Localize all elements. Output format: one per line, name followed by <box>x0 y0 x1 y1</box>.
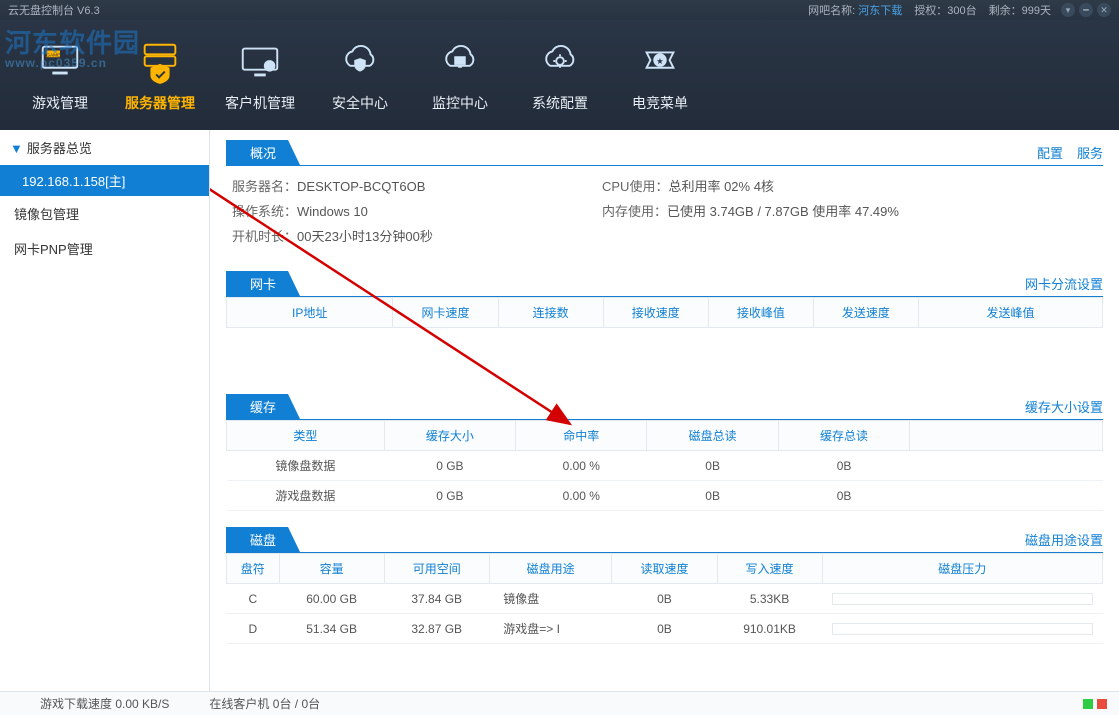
status-dl-speed: 0.00 KB/S <box>115 697 169 711</box>
nav-sysconfig[interactable]: 系统配置 <box>510 31 610 119</box>
tab-cache: 缓存 <box>226 394 300 419</box>
main-nav: 河东软件园www.pc0359.cn GAME 游戏管理 服务器管理 客户机管理… <box>0 20 1119 130</box>
triangle-down-icon: ▼ <box>10 141 23 156</box>
tab-overview: 概况 <box>226 140 300 165</box>
nav-esports[interactable]: ★ 电竞菜单 <box>610 31 710 119</box>
cloud-gear-icon <box>510 37 610 87</box>
sidebar-server-selected[interactable]: 192.168.1.158[主] <box>0 165 209 196</box>
pc-game-icon: GAME <box>10 37 110 87</box>
nav-client-mgmt[interactable]: 客户机管理 <box>210 31 310 119</box>
table-row: 镜像盘数据0 GB0.00 %0B0B <box>227 451 1103 481</box>
nav-security[interactable]: 安全中心 <box>310 31 410 119</box>
cloud-shield-icon <box>310 37 410 87</box>
link-net-settings[interactable]: 网卡分流设置 <box>1025 274 1103 293</box>
svg-text:★: ★ <box>656 56 664 66</box>
link-cache-settings[interactable]: 缓存大小设置 <box>1025 397 1103 416</box>
tab-disk: 磁盘 <box>226 527 300 552</box>
server-shield-icon <box>110 37 210 87</box>
window-controls: ▾ ━ ✕ <box>1061 3 1111 17</box>
minimize-icon[interactable]: ━ <box>1079 3 1093 17</box>
table-row: 游戏盘数据0 GB0.00 %0B0B <box>227 481 1103 511</box>
link-disk-settings[interactable]: 磁盘用途设置 <box>1025 530 1103 549</box>
disk-table: 盘符容量可用空间磁盘用途读取速度写入速度磁盘压力 C60.00 GB37.84 … <box>226 553 1103 644</box>
status-dot-green <box>1083 699 1093 709</box>
sidebar-nic-pnp[interactable]: 网卡PNP管理 <box>0 231 209 266</box>
link-config[interactable]: 配置 <box>1037 143 1063 162</box>
sidebar: ▼服务器总览 192.168.1.158[主] 镜像包管理 网卡PNP管理 <box>0 130 210 691</box>
nav-server-mgmt[interactable]: 服务器管理 <box>110 31 210 119</box>
status-online: 0台 / 0台 <box>273 697 320 711</box>
nav-game-mgmt[interactable]: GAME 游戏管理 <box>10 31 110 119</box>
cache-table: 类型缓存大小命中率磁盘总读缓存总读 镜像盘数据0 GB0.00 %0B0B 游戏… <box>226 420 1103 511</box>
tab-net: 网卡 <box>226 271 300 296</box>
section-overview: 概况 配置 服务 服务器名：DESKTOP-BCQT6OB CPU使用：总利用率… <box>226 140 1103 255</box>
section-cache: 缓存 缓存大小设置 类型缓存大小命中率磁盘总读缓存总读 镜像盘数据0 GB0.0… <box>226 394 1103 511</box>
cloud-monitor-icon <box>410 37 510 87</box>
sidebar-image-pkg[interactable]: 镜像包管理 <box>0 196 209 231</box>
main-panel: 概况 配置 服务 服务器名：DESKTOP-BCQT6OB CPU使用：总利用率… <box>210 130 1119 691</box>
table-row: D51.34 GB32.87 GB游戏盘=> I0B910.01KB <box>227 614 1103 644</box>
link-service[interactable]: 服务 <box>1077 143 1103 162</box>
nav-monitor[interactable]: 监控中心 <box>410 31 510 119</box>
dropdown-icon[interactable]: ▾ <box>1061 3 1075 17</box>
sidebar-server-overview[interactable]: ▼服务器总览 <box>0 130 209 165</box>
net-table: IP地址 网卡速度 连接数 接收速度 接收峰值 发送速度 发送峰值 <box>226 297 1103 328</box>
statusbar: 游戏下载速度 0.00 KB/S 在线客户机 0台 / 0台 <box>0 691 1119 715</box>
titlebar: 云无盘控制台 V6.3 网吧名称: 河东下载 授权：300台 剩余：999天 ▾… <box>0 0 1119 20</box>
section-net: 网卡 网卡分流设置 IP地址 网卡速度 连接数 接收速度 接收峰值 发送速度 发… <box>226 271 1103 378</box>
table-row: C60.00 GB37.84 GB镜像盘0B5.33KB <box>227 584 1103 614</box>
svg-text:GAME: GAME <box>46 52 60 58</box>
app-title: 云无盘控制台 V6.3 <box>8 2 808 18</box>
badge-star-icon: ★ <box>610 37 710 87</box>
close-icon[interactable]: ✕ <box>1097 3 1111 17</box>
status-dot-red <box>1097 699 1107 709</box>
section-disk: 磁盘 磁盘用途设置 盘符容量可用空间磁盘用途读取速度写入速度磁盘压力 C60.0… <box>226 527 1103 644</box>
client-icon <box>210 37 310 87</box>
header-info: 网吧名称: 河东下载 授权：300台 剩余：999天 <box>808 2 1051 18</box>
bar-name-link[interactable]: 河东下载 <box>858 5 902 17</box>
